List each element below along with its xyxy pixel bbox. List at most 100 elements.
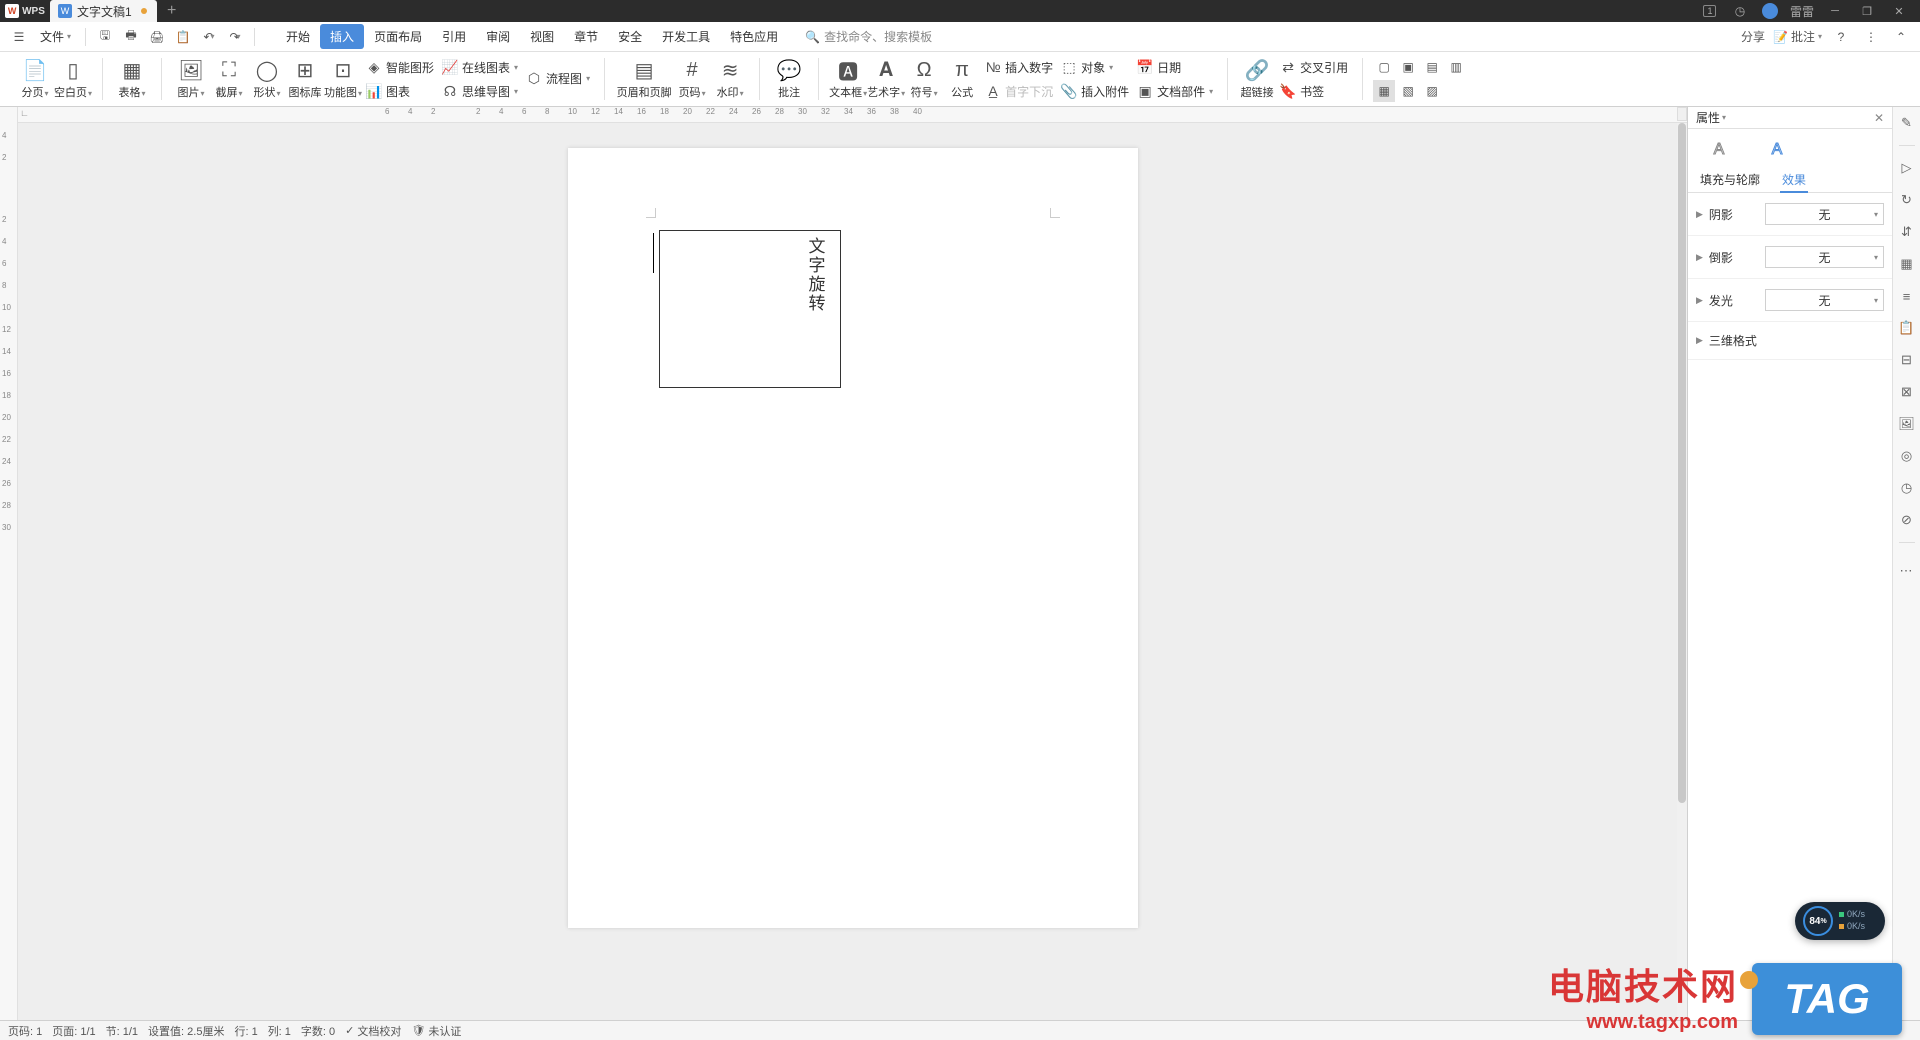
more-tools-icon[interactable]: ⋯ xyxy=(1897,561,1917,581)
clock-tool-icon[interactable]: ◷ xyxy=(1897,478,1917,498)
save-button[interactable]: 🖫 xyxy=(94,26,116,48)
tab-review[interactable]: 审阅 xyxy=(476,24,520,49)
status-column[interactable]: 列: 1 xyxy=(268,1023,291,1039)
object-button[interactable]: ⬚对象▾ xyxy=(1057,56,1133,78)
undo-button[interactable]: ↶▾ xyxy=(198,26,220,48)
3d-format-section[interactable]: ▶ 三维格式 xyxy=(1688,322,1892,360)
tab-security[interactable]: 安全 xyxy=(608,24,652,49)
view-mode-2-icon[interactable]: ▣ xyxy=(1397,56,1419,78)
tab-insert[interactable]: 插入 xyxy=(320,24,364,49)
image-tool-icon[interactable]: 🖼 xyxy=(1897,414,1917,434)
blank-page-button[interactable]: ▯空白页▾ xyxy=(54,55,92,103)
help-button[interactable]: ? xyxy=(1830,26,1852,48)
smart-shape-button[interactable]: ◈智能图形 xyxy=(362,56,438,78)
more-options-button[interactable]: ⋮ xyxy=(1860,26,1882,48)
glow-select[interactable]: 无▾ xyxy=(1765,289,1884,311)
textbox-button[interactable]: 🅰文本框▾ xyxy=(829,55,867,103)
smart-graphic-button[interactable]: ⊡功能图▾ xyxy=(324,55,362,103)
edit-tool-icon[interactable]: ✎ xyxy=(1897,113,1917,133)
paste-button[interactable]: 📋 xyxy=(172,26,194,48)
new-tab-button[interactable]: + xyxy=(157,2,187,20)
doc-parts-button[interactable]: ▣文档部件▾ xyxy=(1133,80,1217,102)
sort-tool-icon[interactable]: ⇵ xyxy=(1897,222,1917,242)
tab-start[interactable]: 开始 xyxy=(276,24,320,49)
comment-button[interactable]: 💬批注 xyxy=(770,55,808,103)
bookmark-button[interactable]: 🔖书签 xyxy=(1276,80,1352,102)
subtab-fill-outline[interactable]: 填充与轮廓 xyxy=(1698,167,1762,192)
restore-button[interactable]: ❐ xyxy=(1856,0,1878,22)
cross-reference-button[interactable]: ⇄交叉引用 xyxy=(1276,56,1352,78)
expand-icon[interactable]: ▶ xyxy=(1696,335,1703,346)
status-page-count[interactable]: 页面: 1/1 xyxy=(52,1023,95,1039)
document-canvas[interactable]: 文字旋转 xyxy=(18,123,1687,1020)
symbol-button[interactable]: Ω符号▾ xyxy=(905,55,943,103)
minimize-button[interactable]: ─ xyxy=(1824,0,1846,22)
text-effects-tab-icon[interactable]: A xyxy=(1764,138,1790,158)
status-section[interactable]: 节: 1/1 xyxy=(106,1023,138,1039)
watermark-button[interactable]: ≋水印▾ xyxy=(711,55,749,103)
page-number-button[interactable]: #页码▾ xyxy=(673,55,711,103)
status-position[interactable]: 设置值: 2.5厘米 xyxy=(148,1023,224,1039)
view-mode-5-icon[interactable]: ▦ xyxy=(1373,80,1395,102)
skin-icon[interactable]: ◷ xyxy=(1730,1,1750,21)
select-tool-icon[interactable]: ▷ xyxy=(1897,158,1917,178)
page-break-button[interactable]: 📄分页▾ xyxy=(16,55,54,103)
reflection-section[interactable]: ▶ 倒影 无▾ xyxy=(1688,236,1892,279)
clipboard-tool-icon[interactable]: 📋 xyxy=(1897,318,1917,338)
layers-tool-icon[interactable]: ≡ xyxy=(1897,286,1917,306)
shadow-select[interactable]: 无▾ xyxy=(1765,203,1884,225)
vertical-scrollbar[interactable] xyxy=(1677,123,1687,1020)
tab-section[interactable]: 章节 xyxy=(564,24,608,49)
expand-icon[interactable]: ▶ xyxy=(1696,209,1703,220)
glow-section[interactable]: ▶ 发光 无▾ xyxy=(1688,279,1892,322)
header-footer-button[interactable]: ▤页眉和页脚 xyxy=(615,55,673,103)
online-chart-button[interactable]: 📈在线图表▾ xyxy=(438,56,522,78)
notification-badge[interactable]: 1 xyxy=(1700,1,1720,21)
drop-cap-button[interactable]: A̲首字下沉 xyxy=(981,80,1057,102)
vertical-ruler[interactable]: 4 2 2 4 6 8 10 12 14 16 18 20 22 24 26 2… xyxy=(0,107,18,1020)
hamburger-icon[interactable]: ☰ xyxy=(8,26,30,48)
text-fill-tab-icon[interactable]: A xyxy=(1706,138,1732,158)
shapes-button[interactable]: ◯形状▾ xyxy=(248,55,286,103)
table-button[interactable]: ▦表格▾ xyxy=(113,55,151,103)
target-tool-icon[interactable]: ◎ xyxy=(1897,446,1917,466)
view-mode-6-icon[interactable]: ▧ xyxy=(1397,80,1419,102)
system-monitor-widget[interactable]: 84% 0K/s 0K/s xyxy=(1795,902,1885,940)
close-tool-icon[interactable]: ⊠ xyxy=(1897,382,1917,402)
user-profile[interactable] xyxy=(1760,1,1780,21)
zoom-tool-icon[interactable]: ⊟ xyxy=(1897,350,1917,370)
wps-logo[interactable]: W WPS xyxy=(0,4,50,18)
expand-icon[interactable]: ▶ xyxy=(1696,252,1703,263)
expand-icon[interactable]: ▶ xyxy=(1696,295,1703,306)
doc-map-toggle[interactable] xyxy=(1677,107,1687,121)
file-menu[interactable]: 文件▾ xyxy=(34,26,77,47)
print-button[interactable]: 🖨 xyxy=(146,26,168,48)
text-box[interactable]: 文字旋转 xyxy=(659,230,841,388)
scrollbar-thumb[interactable] xyxy=(1678,123,1686,803)
status-page-number[interactable]: 页码: 1 xyxy=(8,1023,42,1039)
document-page[interactable]: 文字旋转 xyxy=(568,148,1138,928)
status-spellcheck[interactable]: ✓ 文档校对 xyxy=(345,1023,401,1039)
view-mode-4-icon[interactable]: ▥ xyxy=(1445,56,1467,78)
redo-button[interactable]: ↷▾ xyxy=(224,26,246,48)
search-commands[interactable]: 🔍 查找命令、搜索模板 xyxy=(805,28,932,45)
text-box-content[interactable]: 文字旋转 xyxy=(803,237,828,313)
view-mode-3-icon[interactable]: ▤ xyxy=(1421,56,1443,78)
close-button[interactable]: ✕ xyxy=(1888,0,1910,22)
reflection-select[interactable]: 无▾ xyxy=(1765,246,1884,268)
tab-references[interactable]: 引用 xyxy=(432,24,476,49)
share-button[interactable]: 分享 xyxy=(1741,28,1765,45)
tab-view[interactable]: 视图 xyxy=(520,24,564,49)
tab-features[interactable]: 特色应用 xyxy=(720,24,788,49)
status-auth[interactable]: 🛡 未认证 xyxy=(411,1023,461,1039)
attachment-button[interactable]: 📎插入附件 xyxy=(1057,80,1133,102)
close-panel-button[interactable]: ✕ xyxy=(1874,111,1884,125)
screenshot-button[interactable]: ⛶截屏▾ xyxy=(210,55,248,103)
picture-button[interactable]: 🖼图片▾ xyxy=(172,55,210,103)
tab-page-layout[interactable]: 页面布局 xyxy=(364,24,432,49)
wordart-button[interactable]: 𝐀艺术字▾ xyxy=(867,55,905,103)
date-button[interactable]: 📅日期 xyxy=(1133,56,1217,78)
flowchart-button[interactable]: ⬡流程图▾ xyxy=(522,67,594,89)
equation-button[interactable]: π公式 xyxy=(943,55,981,103)
status-line[interactable]: 行: 1 xyxy=(234,1023,257,1039)
